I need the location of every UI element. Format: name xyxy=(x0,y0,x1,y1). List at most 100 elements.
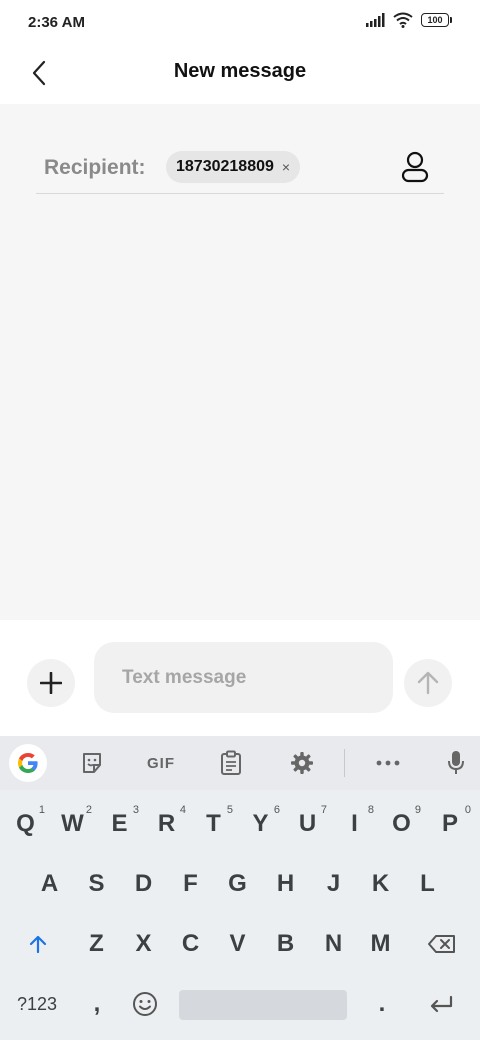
key-hint: 9 xyxy=(414,804,421,816)
wifi-icon xyxy=(393,12,413,28)
key-label: L xyxy=(420,870,435,897)
recipient-label: Recipient: xyxy=(44,156,146,179)
emoji-key[interactable] xyxy=(122,980,168,1028)
key-i[interactable]: I8 xyxy=(331,800,378,848)
key-h[interactable]: H xyxy=(262,860,309,908)
key-label: V xyxy=(229,930,246,957)
key-w[interactable]: W2 xyxy=(49,800,96,848)
key-label: H xyxy=(276,870,295,897)
key-e[interactable]: E3 xyxy=(96,800,143,848)
key-hint: 2 xyxy=(85,804,92,816)
emoji-icon xyxy=(133,992,157,1016)
gear-icon xyxy=(291,752,313,774)
key-hint: 0 xyxy=(464,804,471,816)
key-g[interactable]: G xyxy=(214,860,261,908)
key-s[interactable]: S xyxy=(73,860,120,908)
status-icons: 100 xyxy=(365,12,452,28)
key-n[interactable]: N xyxy=(310,920,357,968)
battery-icon: 100 xyxy=(421,13,452,27)
key-label: Y xyxy=(252,810,269,837)
key-a[interactable]: A xyxy=(26,860,73,908)
key-label: U xyxy=(298,810,317,837)
key-t[interactable]: T5 xyxy=(190,800,237,848)
title-bar: New message xyxy=(0,44,480,104)
key-label: Z xyxy=(89,930,104,957)
person-icon xyxy=(401,151,429,183)
chip-remove-icon[interactable]: × xyxy=(282,159,290,175)
page-title: New message xyxy=(173,60,307,82)
key-hint: 3 xyxy=(132,804,139,816)
period-key[interactable]: . xyxy=(360,980,404,1028)
key-label: S xyxy=(88,870,105,897)
key-l[interactable]: L xyxy=(404,860,451,908)
key-label: R xyxy=(157,810,176,837)
key-c[interactable]: C xyxy=(167,920,214,968)
shift-arrow-icon xyxy=(29,935,47,954)
key-hint: 1 xyxy=(38,804,45,816)
microphone-icon xyxy=(448,751,464,774)
gif-label: GIF xyxy=(147,754,175,772)
key-label: G xyxy=(228,870,247,897)
backspace-key[interactable] xyxy=(418,920,466,968)
more-button[interactable] xyxy=(368,744,408,782)
key-k[interactable]: K xyxy=(357,860,404,908)
add-attachment-button[interactable] xyxy=(27,659,75,707)
key-label: N xyxy=(324,930,343,957)
key-label: O xyxy=(392,810,411,837)
key-v[interactable]: V xyxy=(214,920,261,968)
key-d[interactable]: D xyxy=(120,860,167,908)
sticker-icon xyxy=(83,753,101,773)
key-b[interactable]: B xyxy=(262,920,309,968)
key-label: E xyxy=(111,810,128,837)
key-label: M xyxy=(370,930,391,957)
key-u[interactable]: U7 xyxy=(284,800,331,848)
key-label: Q xyxy=(16,810,35,837)
key-hint: 8 xyxy=(367,804,374,816)
message-input[interactable] xyxy=(94,642,393,713)
key-p[interactable]: P0 xyxy=(425,800,475,848)
key-y[interactable]: Y6 xyxy=(237,800,284,848)
key-hint: 5 xyxy=(226,804,233,816)
key-x[interactable]: X xyxy=(120,920,167,968)
status-bar: 2:36 AM 100 xyxy=(0,0,480,44)
google-button[interactable] xyxy=(9,744,47,782)
key-f[interactable]: F xyxy=(167,860,214,908)
symbols-key[interactable]: ?123 xyxy=(8,980,66,1028)
key-hint: 4 xyxy=(179,804,186,816)
key-hint: 6 xyxy=(273,804,280,816)
google-g-icon xyxy=(18,753,38,773)
comma-key[interactable]: , xyxy=(76,980,118,1028)
key-label: T xyxy=(206,810,221,837)
key-label: C xyxy=(181,930,200,957)
space-key[interactable] xyxy=(179,990,347,1020)
settings-button[interactable] xyxy=(282,744,322,782)
battery-level: 100 xyxy=(427,15,443,25)
key-z[interactable]: Z xyxy=(73,920,120,968)
key-o[interactable]: O9 xyxy=(378,800,425,848)
key-hint: 7 xyxy=(320,804,327,816)
message-content-area: Recipient: 18730218809 × xyxy=(0,104,480,620)
send-button[interactable] xyxy=(404,659,452,707)
key-m[interactable]: M xyxy=(357,920,404,968)
gif-button[interactable]: GIF xyxy=(136,744,186,782)
signal-icon xyxy=(366,13,385,27)
key-label: J xyxy=(326,870,341,897)
clipboard-button[interactable] xyxy=(211,744,251,782)
key-j[interactable]: J xyxy=(310,860,357,908)
recipient-chip[interactable]: 18730218809 × xyxy=(166,151,301,183)
clipboard-icon xyxy=(221,750,241,775)
sticker-button[interactable] xyxy=(72,744,112,782)
key-q[interactable]: Q1 xyxy=(2,800,49,848)
add-contact-button[interactable] xyxy=(400,150,430,184)
shift-key[interactable] xyxy=(14,920,62,968)
recipient-chip-number: 18730218809 xyxy=(176,158,274,175)
key-label: X xyxy=(135,930,152,957)
more-horizontal-icon xyxy=(376,760,400,766)
enter-key[interactable] xyxy=(416,980,466,1028)
key-label: . xyxy=(378,990,386,1017)
plus-icon xyxy=(40,672,62,694)
key-r[interactable]: R4 xyxy=(143,800,190,848)
voice-input-button[interactable] xyxy=(436,744,476,782)
status-time: 2:36 AM xyxy=(28,14,85,31)
backspace-icon xyxy=(428,935,455,953)
